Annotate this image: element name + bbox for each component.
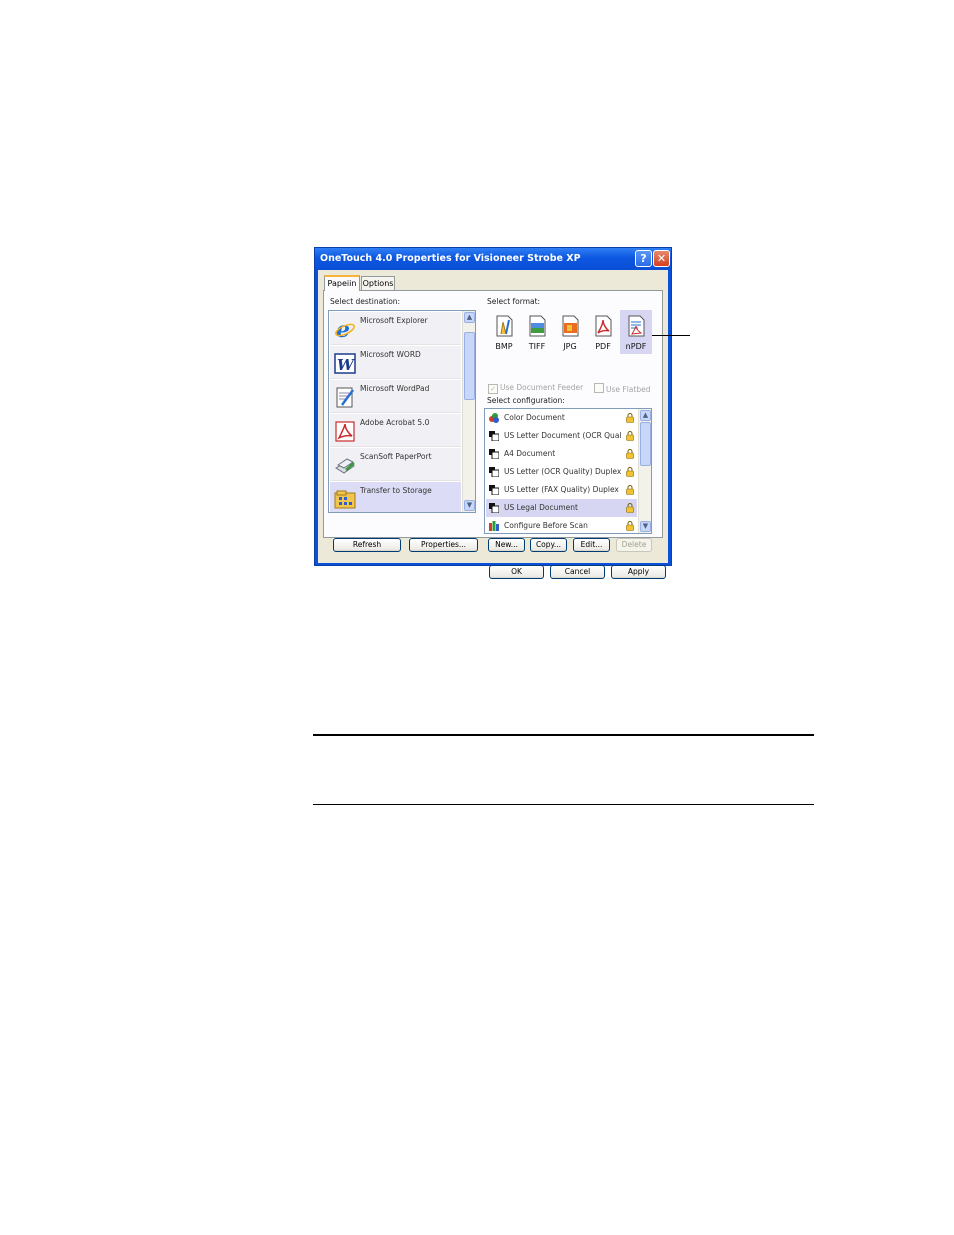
close-button[interactable]: ✕ (653, 250, 670, 267)
config-item-us-legal-document[interactable]: US Legal Document (486, 499, 637, 517)
cancel-button[interactable]: Cancel (550, 565, 605, 579)
tab-options[interactable]: Options (361, 276, 395, 290)
ok-button[interactable]: OK (489, 565, 544, 579)
bw-document-icon (489, 503, 499, 513)
copy-button[interactable]: Copy... (530, 538, 567, 552)
lock-icon (626, 521, 634, 531)
scroll-thumb[interactable] (640, 422, 651, 466)
scroll-down-icon[interactable]: ▼ (464, 500, 475, 511)
properties-dialog: OneTouch 4.0 Properties for Visioneer St… (314, 247, 672, 579)
rule-top (313, 734, 814, 736)
wordpad-icon (336, 387, 355, 408)
destination-label: Select destination: (330, 297, 401, 306)
checkmark-icon: ✓ (488, 384, 498, 394)
bw-document-icon (489, 467, 499, 477)
lock-icon (626, 467, 634, 477)
bmp-icon (496, 315, 513, 337)
new-button[interactable]: New... (488, 538, 525, 552)
lock-icon (626, 431, 634, 441)
help-button[interactable]: ? (635, 250, 652, 267)
internet-explorer-icon: e (335, 318, 355, 340)
list-item-transfer-to-storage[interactable]: Transfer to Storage (330, 482, 461, 512)
scroll-thumb[interactable] (464, 332, 475, 400)
bw-document-icon (489, 449, 499, 459)
destination-list[interactable]: e Microsoft Explorer W Microsoft WORD Mi… (328, 310, 476, 513)
bw-document-icon (489, 485, 499, 495)
tiff-icon (529, 315, 546, 337)
npdf-icon (628, 315, 645, 337)
format-npdf[interactable]: nPDF (620, 310, 652, 354)
destination-scrollbar[interactable]: ▲ ▼ (462, 311, 475, 512)
use-document-feeder-checkbox[interactable]: ✓ Use Document Feeder (488, 383, 583, 394)
refresh-button[interactable]: Refresh (333, 538, 401, 552)
format-tiff[interactable]: TIFF (521, 310, 553, 354)
config-item-configure-before-scan[interactable]: Configure Before Scan (486, 517, 637, 533)
rule-bottom (313, 804, 814, 805)
acrobat-icon (335, 421, 355, 442)
scroll-up-icon[interactable]: ▲ (640, 410, 651, 421)
apply-button[interactable]: Apply (611, 565, 666, 579)
format-jpg[interactable]: JPG (554, 310, 586, 354)
lock-icon (626, 413, 634, 423)
config-item-us-letter-ocr[interactable]: US Letter Document (OCR Quality) (486, 427, 637, 445)
use-flatbed-checkbox[interactable]: Use Flatbed (594, 383, 650, 394)
callout-line (652, 335, 690, 336)
list-item-scansoft-paperport[interactable]: ScanSoft PaperPort (330, 448, 461, 481)
paperport-icon (335, 458, 355, 474)
configuration-list[interactable]: Color Document US Letter Document (OCR Q… (484, 408, 652, 534)
bw-document-icon (489, 431, 499, 441)
list-item-microsoft-wordpad[interactable]: Microsoft WordPad (330, 380, 461, 413)
list-item-microsoft-word[interactable]: W Microsoft WORD (330, 346, 461, 379)
scroll-up-icon[interactable]: ▲ (464, 312, 475, 323)
config-item-us-letter-ocr-duplex[interactable]: US Letter (OCR Quality) Duplex (486, 463, 637, 481)
format-label: Select format: (487, 297, 541, 306)
list-item-adobe-acrobat[interactable]: Adobe Acrobat 5.0 (330, 414, 461, 447)
lock-icon (626, 485, 634, 495)
config-item-us-letter-fax-duplex[interactable]: US Letter (FAX Quality) Duplex (486, 481, 637, 499)
window-title: OneTouch 4.0 Properties for Visioneer St… (320, 253, 581, 264)
configuration-label: Select configuration: (487, 396, 565, 405)
lock-icon (626, 449, 634, 459)
delete-button[interactable]: Delete (616, 538, 652, 552)
pdf-icon (595, 315, 612, 337)
edit-button[interactable]: Edit... (573, 538, 610, 552)
configuration-scrollbar[interactable]: ▲ ▼ (638, 409, 651, 533)
properties-button[interactable]: Properties... (409, 538, 478, 552)
title-bar[interactable]: OneTouch 4.0 Properties for Visioneer St… (315, 248, 671, 270)
storage-icon (334, 490, 356, 509)
config-item-color-document[interactable]: Color Document (486, 409, 637, 427)
tab-papeiin[interactable]: Papeiin (324, 275, 360, 291)
svg-text:W: W (337, 356, 356, 374)
dialog-client-area: Options Papeiin Select destination: e Mi… (318, 270, 668, 579)
lock-icon (626, 503, 634, 513)
word-icon: W (334, 353, 356, 374)
color-document-icon (489, 413, 499, 423)
scroll-down-icon[interactable]: ▼ (640, 521, 651, 532)
format-pdf[interactable]: PDF (587, 310, 619, 354)
close-icon: ✕ (656, 252, 667, 265)
list-item-microsoft-explorer[interactable]: e Microsoft Explorer (330, 312, 461, 345)
configure-scan-icon (489, 521, 499, 531)
format-bmp[interactable]: BMP (488, 310, 520, 354)
config-item-a4-document[interactable]: A4 Document (486, 445, 637, 463)
jpg-icon (562, 315, 579, 337)
